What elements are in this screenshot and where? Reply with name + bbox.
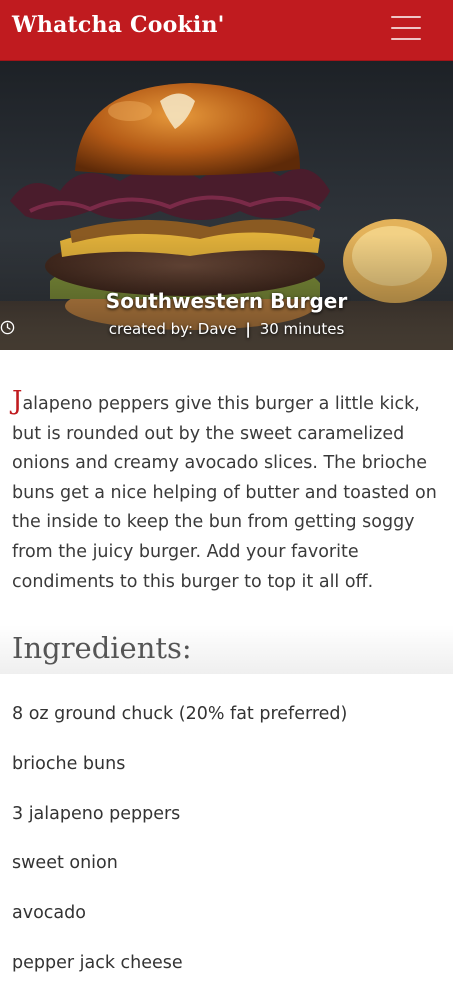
ingredient-item: brioche buns <box>12 753 126 774</box>
ingredient-item: sweet onion <box>12 853 118 874</box>
recipe-hero: Southwestern Burger created by: Dave | 3… <box>0 61 453 350</box>
description-text: alapeno peppers give this burger a littl… <box>12 394 437 592</box>
meta-separator: | <box>245 320 251 338</box>
site-logo[interactable]: Whatcha Cookin' <box>12 12 225 38</box>
ingredient-item: pepper jack cheese <box>12 952 183 973</box>
ingredient-item: 8 oz ground chuck (20% fat preferred) <box>12 704 348 724</box>
top-navbar: Whatcha Cookin' <box>0 0 453 61</box>
ingredient-item: 3 jalapeno peppers <box>12 803 181 824</box>
clock-icon <box>0 320 15 335</box>
recipe-meta: created by: Dave | 30 minutes <box>0 320 453 338</box>
ingredient-list: 8 oz ground chuck (20% fat preferred) br… <box>0 700 453 999</box>
drop-cap: J <box>12 386 23 416</box>
cook-time: 30 minutes <box>259 320 345 338</box>
recipe-title: Southwestern Burger <box>105 289 348 313</box>
ingredients-header: Ingredients: <box>0 625 453 674</box>
author-name[interactable]: Dave <box>198 320 237 338</box>
hamburger-menu-icon[interactable] <box>391 16 425 42</box>
ingredient-item: avocado <box>12 903 86 924</box>
ingredients-heading: Ingredients: <box>12 631 192 665</box>
recipe-description: Jalapeno peppers give this burger a litt… <box>12 388 442 597</box>
author-label: created by: <box>108 320 193 338</box>
